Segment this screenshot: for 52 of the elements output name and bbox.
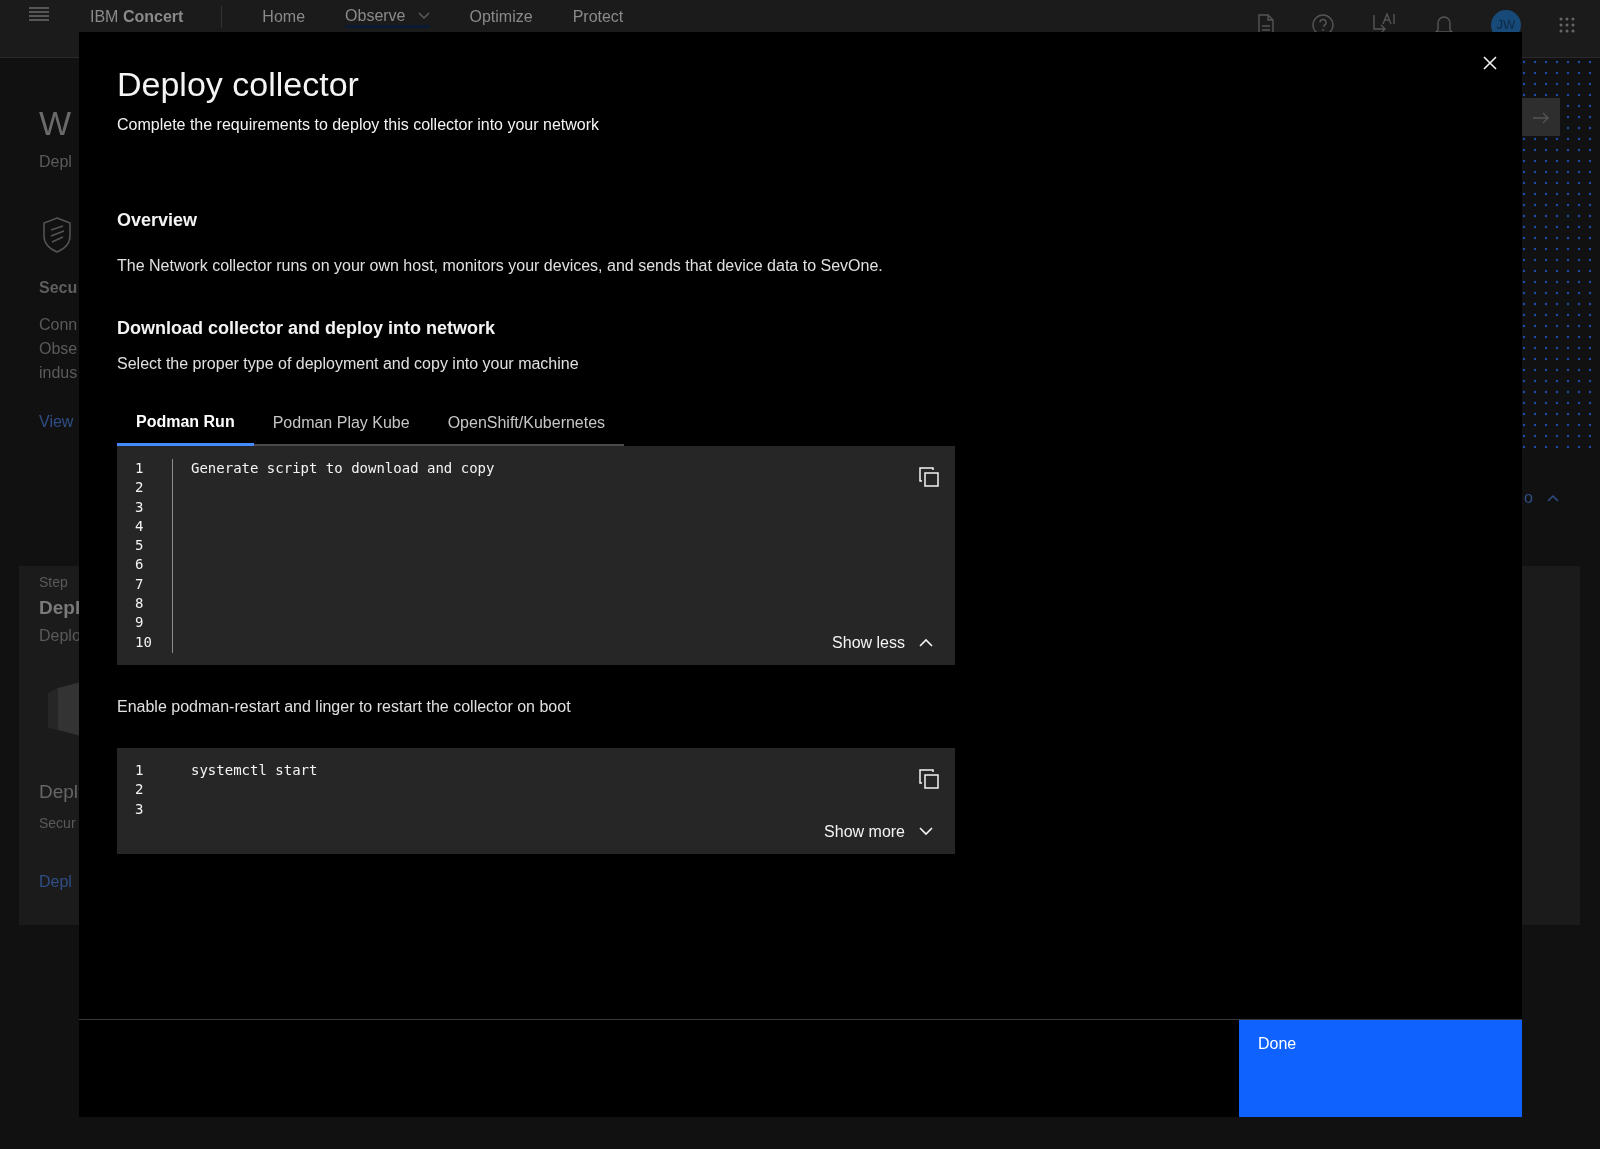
line-number: 7 [134,574,145,594]
section-heading: Secu [39,278,78,298]
instruction-text: Enable podman-restart and linger to restart the collector on boot [117,697,572,717]
section-text: The Network collector runs on your own host, monitors your devices, and sends that device data to SevOne. [117,256,884,277]
line-number: 4 [134,516,145,536]
chevron-up-icon [919,638,933,648]
line-number: 3 [134,799,145,819]
app-switcher-icon[interactable] [1558,16,1576,34]
copy-button[interactable] [919,766,939,786]
line-number: 6 [134,555,145,575]
done-button[interactable]: Done [1239,1020,1522,1117]
step-label: Step [39,573,68,592]
copy-icon [919,768,939,789]
card-title: Depl [39,596,79,620]
chevron-down-icon [919,827,933,837]
section-heading: Overview [117,209,199,232]
shield-icon [42,216,72,254]
copy-icon [919,466,939,487]
chevron-up-icon [1546,494,1559,502]
nav-link[interactable]: Protect [572,6,624,28]
arrow-button[interactable] [1522,98,1560,136]
step-label: Secur [39,814,76,833]
card-subtitle: Depl [39,780,79,804]
nav-link[interactable]: Observe [345,6,430,28]
arrow-icon [1533,111,1549,124]
section-text: Select the proper type of deployment and copy into your machine [117,354,580,374]
body-text: indus [39,363,78,383]
body-text: Obse [39,339,78,359]
menu-icon[interactable] [29,6,49,22]
brand-logo[interactable]: IBM Concert [90,6,223,28]
modal-subtitle: Complete the requirements to deploy this collector into your network [117,114,600,135]
close-icon [1483,55,1497,70]
line-number: 2 [134,478,145,498]
chevron-icon [417,11,430,20]
line-number: 1 [134,459,145,478]
code-text: Generate script to download and copy [190,459,495,478]
copy-button[interactable] [919,464,939,484]
body-text: Depl [39,152,72,172]
nav-link[interactable]: Optimize [469,6,533,28]
line-number: 1 [134,761,145,780]
line-number: 8 [134,594,145,614]
line-number: 3 [134,497,145,517]
line-number: 10 [134,632,153,652]
code-text: systemctl start [190,761,318,780]
line-number: 9 [134,613,145,633]
line-number: 5 [134,536,145,556]
page-title: W [39,103,72,144]
section-heading: Download collector and deploy into network [117,318,497,340]
body-text: Conn [39,315,78,335]
nav-link[interactable]: Home [262,6,306,28]
line-number: 2 [134,780,145,800]
modal-title: Deploy collector [117,64,360,105]
